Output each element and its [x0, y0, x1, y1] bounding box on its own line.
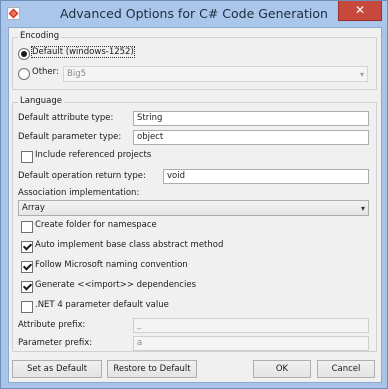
- other-encoding-label[interactable]: Other:: [32, 67, 59, 77]
- attribute-prefix-label: Attribute prefix:: [18, 320, 86, 330]
- default-encoding-label[interactable]: Default (windows-1252): [31, 46, 135, 58]
- vp-diamond-icon: [7, 7, 20, 20]
- include-referenced-projects-checkbox[interactable]: [21, 151, 33, 163]
- association-implementation-value: Array: [22, 203, 45, 213]
- default-encoding-radio[interactable]: [18, 48, 30, 60]
- dialog-window: Advanced Options for C# Code Generation …: [0, 0, 388, 389]
- other-encoding-radio[interactable]: [18, 68, 30, 80]
- association-implementation-label: Association implementation:: [18, 188, 140, 198]
- language-group: Language Default attribute type: String …: [12, 96, 377, 352]
- encoding-group: Encoding Default (windows-1252) Other: B…: [12, 31, 377, 90]
- parameter-prefix-label: Parameter prefix:: [18, 338, 93, 348]
- default-parameter-type-field[interactable]: object: [133, 130, 369, 145]
- default-return-type-label: Default operation return type:: [18, 171, 146, 181]
- language-legend: Language: [18, 96, 64, 106]
- net4-default-value-label[interactable]: .NET 4 parameter default value: [35, 300, 169, 310]
- default-parameter-type-label: Default parameter type:: [18, 132, 122, 142]
- default-attribute-type-field[interactable]: String: [133, 111, 369, 126]
- association-implementation-select[interactable]: Array ▾: [18, 200, 369, 216]
- default-attribute-type-label: Default attribute type:: [18, 113, 114, 123]
- other-encoding-value: Big5: [67, 69, 86, 79]
- cancel-button[interactable]: Cancel: [317, 360, 375, 378]
- default-return-type-field[interactable]: void: [163, 169, 369, 184]
- auto-implement-checkbox[interactable]: [21, 241, 33, 253]
- include-referenced-projects-label[interactable]: Include referenced projects: [35, 150, 151, 160]
- dialog-content: Encoding Default (windows-1252) Other: B…: [8, 27, 382, 383]
- chevron-down-icon: ▾: [360, 204, 365, 213]
- restore-to-default-button[interactable]: Restore to Default: [107, 360, 197, 378]
- attribute-prefix-field[interactable]: _: [133, 318, 369, 333]
- auto-implement-label[interactable]: Auto implement base class abstract metho…: [35, 240, 223, 250]
- generate-import-checkbox[interactable]: [21, 281, 33, 293]
- net4-default-value-checkbox[interactable]: [21, 301, 33, 313]
- encoding-legend: Encoding: [18, 31, 62, 41]
- create-folder-checkbox[interactable]: [21, 221, 33, 233]
- chevron-down-icon: ▾: [359, 70, 364, 79]
- follow-naming-label[interactable]: Follow Microsoft naming convention: [35, 260, 188, 270]
- follow-naming-checkbox[interactable]: [21, 261, 33, 273]
- create-folder-label[interactable]: Create folder for namespace: [35, 220, 157, 230]
- title-bar[interactable]: Advanced Options for C# Code Generation …: [1, 1, 387, 27]
- close-button[interactable]: ✕: [338, 1, 382, 21]
- ok-button[interactable]: OK: [253, 360, 311, 378]
- window-title: Advanced Options for C# Code Generation: [60, 6, 328, 21]
- parameter-prefix-field[interactable]: a: [133, 336, 369, 351]
- generate-import-label[interactable]: Generate <<import>> dependencies: [35, 280, 196, 290]
- set-as-default-button[interactable]: Set as Default: [12, 360, 102, 378]
- other-encoding-select[interactable]: Big5 ▾: [63, 66, 368, 82]
